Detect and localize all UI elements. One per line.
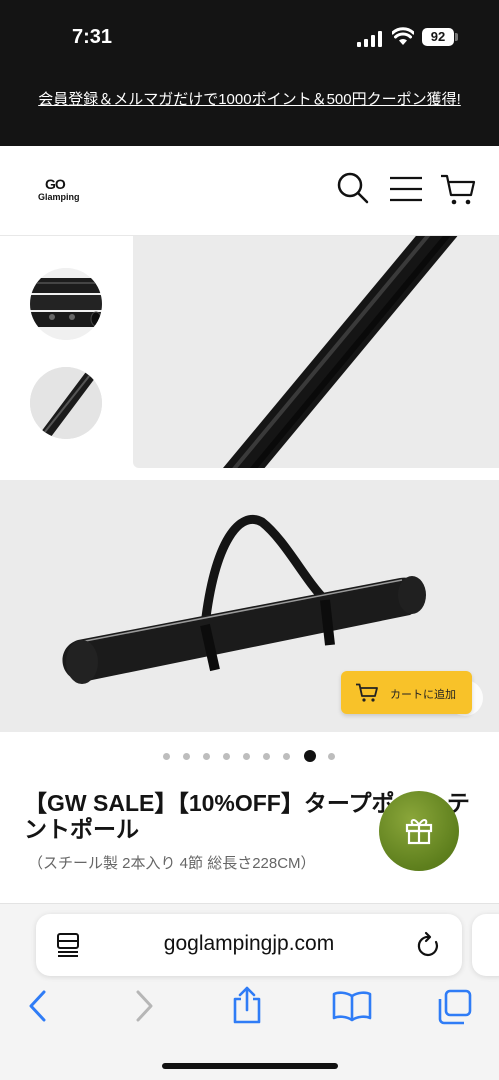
home-indicator — [162, 1063, 338, 1069]
carousel-dot[interactable] — [263, 753, 270, 760]
main-product-image[interactable] — [133, 236, 499, 468]
carousel-dots — [160, 750, 340, 764]
carousel-dot[interactable] — [283, 753, 290, 760]
product-subtitle: （スチール製 2本入り 4節 総長さ228CM） — [28, 855, 316, 872]
add-to-cart-label: カートに追加 — [390, 689, 456, 701]
address-bar[interactable]: goglampingjp.com — [36, 914, 462, 976]
carousel-dot[interactable] — [183, 753, 190, 760]
carousel-dot[interactable] — [203, 753, 210, 760]
next-tab-peek[interactable] — [472, 914, 499, 976]
cart-icon[interactable] — [440, 174, 476, 206]
site-logo[interactable]: GO Glamping — [38, 176, 84, 208]
battery-icon: 92 — [422, 28, 454, 46]
add-to-cart-button[interactable]: カートに追加 — [341, 671, 472, 714]
search-icon[interactable] — [337, 170, 369, 204]
thumbnail-pole-ends[interactable] — [30, 268, 102, 340]
pole-ends-image — [30, 268, 102, 340]
menu-icon[interactable] — [389, 176, 423, 202]
logo-glamping: Glamping — [38, 192, 80, 202]
status-bar: 7:31 92 — [0, 0, 499, 78]
carousel-dot[interactable] — [328, 753, 335, 760]
battery-tip — [455, 33, 458, 41]
bookmarks-icon[interactable] — [332, 990, 372, 1022]
pole-closeup-image — [223, 236, 458, 468]
cellular-signal-icon — [357, 31, 382, 47]
thumbnail-pole-single[interactable] — [30, 367, 102, 439]
gift-icon — [405, 819, 433, 845]
share-icon[interactable] — [230, 985, 264, 1025]
cart-icon — [356, 683, 378, 702]
status-time: 7:31 — [72, 26, 113, 48]
carousel-dot[interactable] — [243, 753, 250, 760]
tabs-icon[interactable] — [437, 989, 473, 1025]
back-icon[interactable] — [26, 988, 48, 1024]
forward-icon[interactable] — [134, 988, 156, 1024]
announcement-link[interactable]: 会員登録＆メルマガだけで1000ポイント＆500円クーポン獲得! — [0, 78, 499, 111]
address-url[interactable]: goglampingjp.com — [36, 932, 462, 956]
carousel-dot[interactable] — [163, 753, 170, 760]
pole-single-image — [30, 367, 102, 439]
carousel-dot-active[interactable] — [304, 750, 316, 762]
carousel-dot[interactable] — [223, 753, 230, 760]
gift-button[interactable] — [379, 791, 459, 871]
site-header: GO Glamping — [0, 146, 499, 236]
announcement-bar: 会員登録＆メルマガだけで1000ポイント＆500円クーポン獲得! — [0, 78, 499, 146]
logo-go: GO — [45, 176, 66, 192]
wifi-icon — [392, 27, 414, 45]
reload-icon[interactable] — [416, 931, 442, 959]
